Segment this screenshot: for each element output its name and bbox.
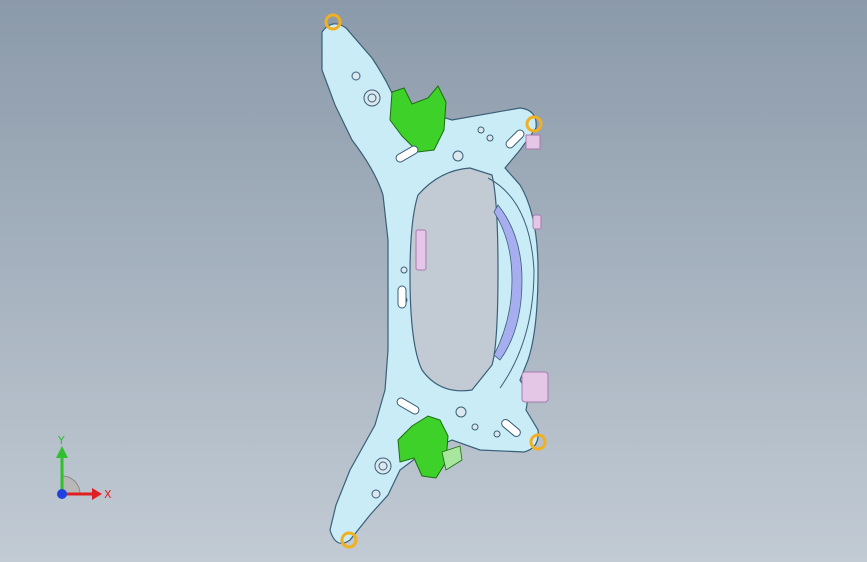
pink-tab-top [525,134,541,150]
pink-tab-bottom [521,371,549,403]
pink-tab-right [532,214,542,230]
x-axis-label: X [104,488,112,501]
center-opening [409,167,499,392]
x-axis-arrow [92,488,102,500]
y-axis-label: Y [57,434,65,447]
y-axis-arrow [56,446,68,458]
pink-tab-mid [415,229,427,271]
cad-viewport[interactable]: Y X [0,0,867,562]
axis-triad: Y X [56,434,112,501]
z-axis-dot [57,489,67,499]
subframe-model[interactable] [0,0,867,562]
